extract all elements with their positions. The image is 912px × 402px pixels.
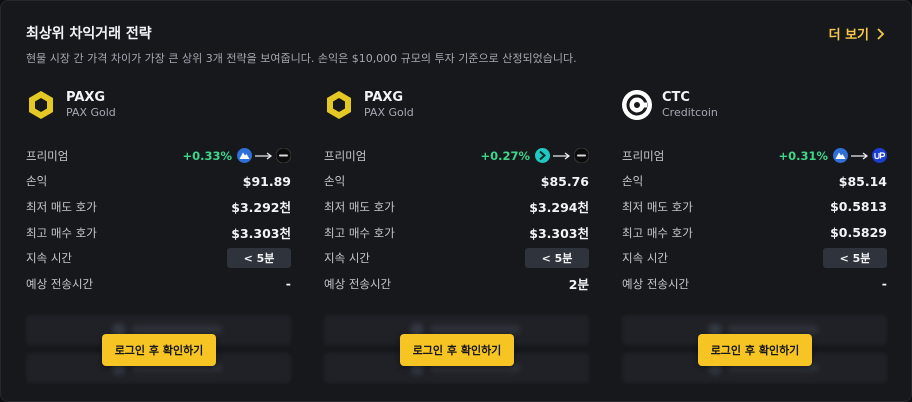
coin-symbol: PAXG	[364, 90, 404, 105]
coin-header: CTC Creditcoin	[622, 87, 718, 123]
duration-row: 지속 시간 < 5분	[324, 245, 589, 271]
login-to-view-button[interactable]: 로그인 후 확인하기	[400, 334, 514, 366]
pnl-label: 손익	[622, 174, 644, 189]
duration-label: 지속 시간	[324, 251, 370, 266]
arrow-right-icon	[553, 152, 571, 160]
premium-label: 프리미엄	[622, 148, 665, 163]
upbit-mountain-icon	[833, 148, 848, 164]
transfer-time-value: -	[285, 276, 291, 292]
lowest-ask-row: 최저 매도 호가 $3.294천	[324, 194, 589, 220]
highest-bid-row: 최고 매수 호가 $3.303천	[324, 220, 589, 246]
panel-title: 최상위 차익거래 전략	[26, 26, 152, 42]
login-to-view-button[interactable]: 로그인 후 확인하기	[698, 334, 812, 366]
duration-badge: < 5분	[227, 248, 291, 269]
premium-label: 프리미엄	[26, 148, 69, 163]
arrow-right-icon	[255, 152, 273, 160]
login-to-view-button[interactable]: 로그인 후 확인하기	[102, 334, 216, 366]
coin-header: PAXG PAX Gold	[26, 87, 116, 123]
lowest-ask-label: 최저 매도 호가	[622, 199, 693, 214]
pnl-value: $91.89	[242, 173, 291, 189]
highest-bid-label: 최고 매수 호가	[26, 225, 97, 240]
duration-label: 지속 시간	[622, 251, 668, 266]
panel-subtitle: 현물 시장 간 가격 차이가 가장 큰 상위 3개 전략을 보여줍니다. 손익은…	[26, 52, 577, 65]
pnl-value: $85.14	[838, 173, 887, 189]
coin-header: PAXG PAX Gold	[324, 87, 414, 123]
coin-symbol: CTC	[662, 90, 690, 105]
strategy-card: PAXG PAX Gold 프리미엄 +0.27% 손익 $85.76 최저 매…	[324, 87, 592, 397]
transfer-time-label: 예상 전송시간	[26, 276, 94, 291]
paxg-icon	[327, 91, 351, 119]
see-more-link[interactable]: 더 보기	[829, 24, 885, 43]
coin-name: PAX Gold	[66, 106, 116, 119]
pnl-row: 손익 $91.89	[26, 169, 291, 195]
chevron-right-icon	[877, 27, 885, 40]
upbit-mountain-icon	[237, 148, 252, 164]
highest-bid-value: $3.303천	[529, 226, 589, 242]
coin-name: Creditcoin	[662, 106, 718, 119]
strategy-card: PAXG PAX Gold 프리미엄 +0.33% 손익 $91.89 최저 매…	[26, 87, 294, 397]
bithumb-icon	[276, 148, 291, 164]
upbit-icon	[872, 148, 887, 164]
premium-label: 프리미엄	[324, 148, 367, 163]
transfer-time-row: 예상 전송시간 2분	[324, 271, 589, 297]
korbit-icon	[535, 148, 550, 164]
pnl-label: 손익	[26, 174, 48, 189]
strategy-card: CTC Creditcoin 프리미엄 +0.31% 손익 $85.14 최저 …	[622, 87, 890, 397]
premium-value: +0.27%	[480, 148, 530, 163]
transfer-time-value: -	[881, 276, 887, 292]
duration-badge: < 5분	[823, 248, 887, 269]
transfer-time-label: 예상 전송시간	[324, 276, 392, 291]
pnl-row: 손익 $85.14	[622, 169, 887, 195]
pnl-row: 손익 $85.76	[324, 169, 589, 195]
premium-row: 프리미엄 +0.33%	[26, 143, 291, 169]
highest-bid-value: $3.303천	[231, 226, 291, 242]
bithumb-icon	[574, 148, 589, 164]
paxg-icon	[29, 91, 53, 119]
highest-bid-label: 최고 매수 호가	[324, 225, 395, 240]
lowest-ask-label: 최저 매도 호가	[324, 199, 395, 214]
premium-value: +0.31%	[778, 148, 828, 163]
lowest-ask-row: 최저 매도 호가 $3.292천	[26, 194, 291, 220]
pnl-label: 손익	[324, 174, 346, 189]
highest-bid-value: $0.5829	[830, 225, 887, 241]
highest-bid-row: 최고 매수 호가 $3.303천	[26, 220, 291, 246]
transfer-time-label: 예상 전송시간	[622, 276, 690, 291]
duration-row: 지속 시간 < 5분	[622, 245, 887, 271]
creditcoin-icon	[622, 90, 652, 120]
premium-row: 프리미엄 +0.31%	[622, 143, 887, 169]
lowest-ask-value: $0.5813	[830, 199, 887, 215]
coin-name: PAX Gold	[364, 106, 414, 119]
arbitrage-panel: 최상위 차익거래 전략 현물 시장 간 가격 차이가 가장 큰 상위 3개 전략…	[0, 0, 912, 402]
highest-bid-row: 최고 매수 호가 $0.5829	[622, 220, 887, 246]
see-more-label: 더 보기	[828, 28, 869, 43]
transfer-time-row: 예상 전송시간 -	[622, 271, 887, 297]
transfer-time-value: 2분	[568, 277, 589, 293]
duration-badge: < 5분	[525, 248, 589, 269]
duration-row: 지속 시간 < 5분	[26, 245, 291, 271]
lowest-ask-label: 최저 매도 호가	[26, 199, 97, 214]
arrow-right-icon	[851, 152, 869, 160]
lowest-ask-value: $3.292천	[231, 200, 291, 216]
premium-row: 프리미엄 +0.27%	[324, 143, 589, 169]
highest-bid-label: 최고 매수 호가	[622, 225, 693, 240]
transfer-time-row: 예상 전송시간 -	[26, 271, 291, 297]
duration-label: 지속 시간	[26, 251, 72, 266]
pnl-value: $85.76	[540, 173, 589, 189]
lowest-ask-row: 최저 매도 호가 $0.5813	[622, 194, 887, 220]
coin-symbol: PAXG	[66, 90, 106, 105]
lowest-ask-value: $3.294천	[529, 200, 589, 216]
premium-value: +0.33%	[182, 148, 232, 163]
